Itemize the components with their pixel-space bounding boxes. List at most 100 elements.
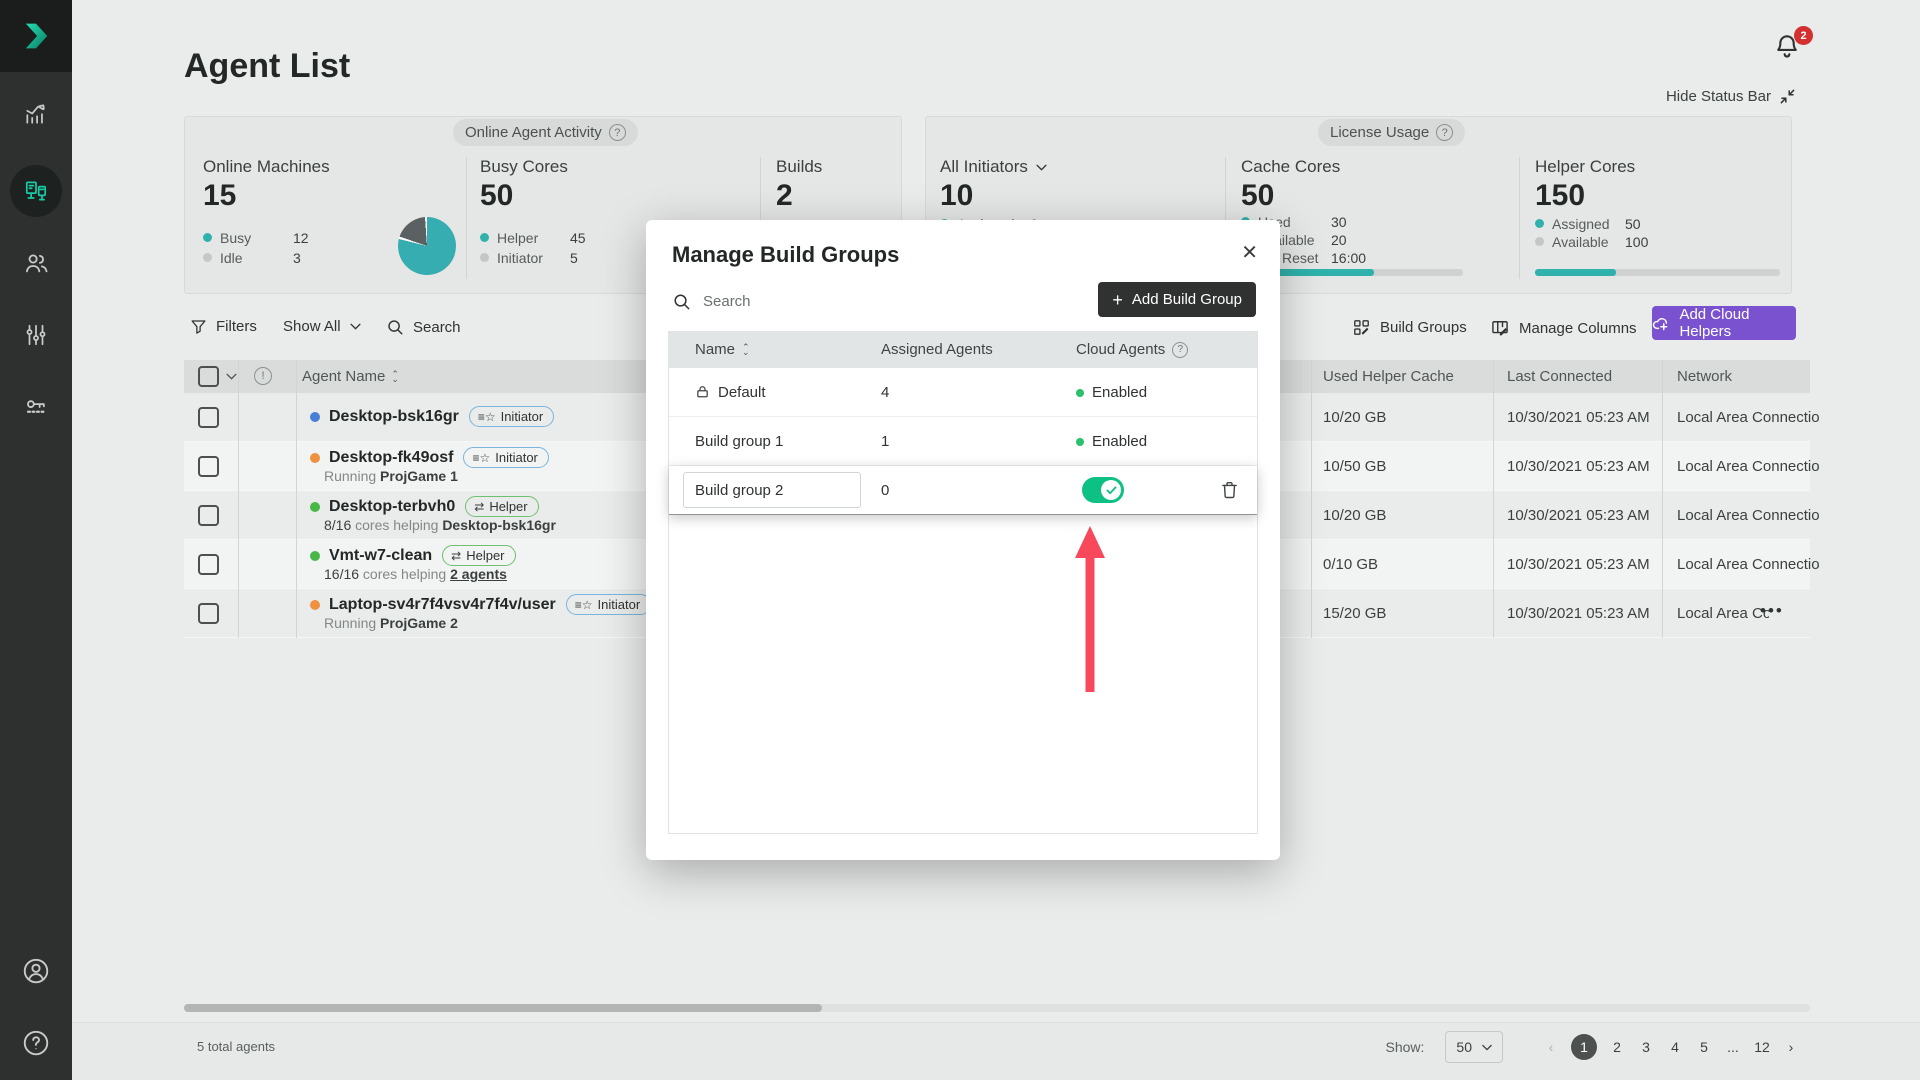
network-cell: Local Area Connection [1677,605,1769,622]
cloud-agents-toggle[interactable] [1082,477,1124,503]
column-divider [1493,360,1494,638]
all-initiators-dropdown[interactable]: All Initiators [940,157,1047,177]
sort-icon: ⌃ ⌄ [742,341,750,357]
help-circle-icon[interactable]: ? [608,124,626,141]
help-circle-icon[interactable]: ? [1172,341,1189,358]
panel-divider [466,157,467,279]
network-cell: Local Area Connection [1677,556,1819,573]
pagination-prev[interactable]: ‹ [1542,1039,1560,1055]
agent-subtext: 8/16 cores helping Desktop-bsk16gr [324,517,556,533]
sidebar-item-settings[interactable] [0,322,72,348]
cache-cell: 10/20 GB [1323,507,1387,524]
panel-label: License Usage [1330,124,1430,141]
show-all-dropdown[interactable]: Show All [283,318,361,335]
agents-link[interactable]: 2 agents [450,566,507,582]
active-item-highlight [10,165,62,217]
pagination-page-5[interactable]: 5 [1695,1039,1713,1055]
pagination-page-4[interactable]: 4 [1666,1039,1684,1055]
status-dot [310,550,320,561]
pagination-page-2[interactable]: 2 [1608,1039,1626,1055]
delete-group-button[interactable] [1220,480,1239,500]
agent-cell: Desktop-fk49osf ≡☆ Initiator [310,447,549,468]
agent-cell: Desktop-terbvh0 ⇄ Helper [310,496,539,517]
agent-subtext: Running ProjGame 2 [324,615,458,631]
chevron-down-icon[interactable] [226,373,237,380]
chevron-down-icon [349,323,361,330]
modal-search-input[interactable] [701,292,945,311]
pagination-page-1[interactable]: 1 [1571,1034,1597,1060]
pagination-page-3[interactable]: 3 [1637,1039,1655,1055]
build-groups-button[interactable]: Build Groups [1352,318,1467,337]
sidebar-item-license[interactable] [0,394,72,421]
sidebar-item-users[interactable] [0,250,72,277]
filters-button[interactable]: Filters [190,318,257,335]
column-divider [238,360,239,638]
total-agents-label: 5 total agents [197,1039,276,1054]
status-dot [310,411,320,422]
panel-divider [1519,157,1520,279]
row-checkbox[interactable] [198,505,219,526]
helper-badge-icon: ⇄ [474,499,485,514]
build-groups-icon [1354,320,1369,335]
row-more-menu[interactable]: ••• [1760,601,1784,621]
column-agent-name[interactable]: Agent Name ⌃ ⌄ [302,368,399,385]
app-root: Agent List 2 Hide Status Bar Online Agen… [0,0,1920,1080]
agent-cell: Laptop-sv4r7f4vsv4r7f4v/user ≡☆ Initiato… [310,594,686,615]
column-name[interactable]: Name ⌃ ⌄ [695,341,750,358]
initiator-badge-icon: ≡☆ [477,409,496,424]
column-network[interactable]: Network [1677,368,1732,385]
brand-logo[interactable] [0,0,72,72]
row-checkbox[interactable] [198,603,219,624]
online-agent-activity-tab: Online Agent Activity ? [453,119,638,146]
profile-avatar-icon [23,958,49,984]
cloud-agents-status: Enabled [1076,433,1147,450]
pagination-next[interactable]: › [1782,1039,1800,1055]
add-cloud-helpers-button[interactable]: Add Cloud Helpers [1652,306,1796,340]
builds-label: Builds [776,157,823,176]
build-group-row-editing[interactable]: 0 [669,466,1257,515]
build-group-row[interactable]: Default 4 Enabled [669,368,1257,417]
build-group-row[interactable]: Build group 1 1 Enabled [669,417,1257,466]
pagination: Show: 50 ‹ 1 2 3 4 5 ... 12 › [1386,1031,1801,1063]
column-last-connected[interactable]: Last Connected [1507,368,1612,385]
sidebar-item-agents[interactable] [0,165,72,217]
select-all-checkbox[interactable] [198,366,219,387]
row-checkbox[interactable] [198,407,219,428]
manage-columns-button[interactable]: Manage Columns [1490,318,1637,338]
row-checkbox[interactable] [198,456,219,477]
column-divider [1311,360,1312,638]
initiator-dot [480,253,489,262]
settings-sliders-icon [26,324,46,346]
horizontal-scrollbar-thumb[interactable] [184,1004,822,1012]
helper-cores-usage-fill [1535,269,1616,276]
page-size-select[interactable]: 50 [1445,1031,1503,1063]
assigned-agents-count: 0 [881,482,890,499]
modal-close-button[interactable]: ✕ [1241,240,1258,265]
group-name: Default [718,384,766,401]
help-icon [23,1030,49,1056]
row-checkbox[interactable] [198,554,219,575]
enabled-dot [1076,389,1084,397]
cache-cell: 15/20 GB [1323,605,1387,622]
agent-subtext: Running ProjGame 1 [324,468,458,484]
collapse-icon [1780,89,1795,104]
notifications-button[interactable]: 2 [1772,26,1813,70]
help-circle-icon[interactable]: ? [1436,124,1454,141]
hide-status-bar-button[interactable]: Hide Status Bar [1666,88,1796,105]
notification-badge: 2 [1794,26,1813,45]
initiator-badge-icon: ≡☆ [574,597,593,612]
legend-helper-assigned: Assigned 50 [1535,215,1745,233]
sidebar-item-profile[interactable] [0,956,72,986]
group-name-input[interactable] [683,472,861,508]
helper-dot [480,233,489,242]
sidebar-item-help[interactable] [0,1028,72,1058]
network-cell: Local Area Connection [1677,409,1819,426]
pagination-page-12[interactable]: 12 [1753,1039,1771,1055]
search-button[interactable]: Search [386,318,461,336]
builds-value: 2 [776,179,793,212]
add-build-group-button[interactable]: + Add Build Group [1098,282,1256,317]
column-used-helper-cache[interactable]: Used Helper Cache [1323,368,1454,385]
sidebar-item-dashboard[interactable] [0,100,72,126]
manage-build-groups-modal: Manage Build Groups ✕ + Add Build Group … [646,220,1280,860]
busy-cores-label: Busy Cores [480,157,568,176]
